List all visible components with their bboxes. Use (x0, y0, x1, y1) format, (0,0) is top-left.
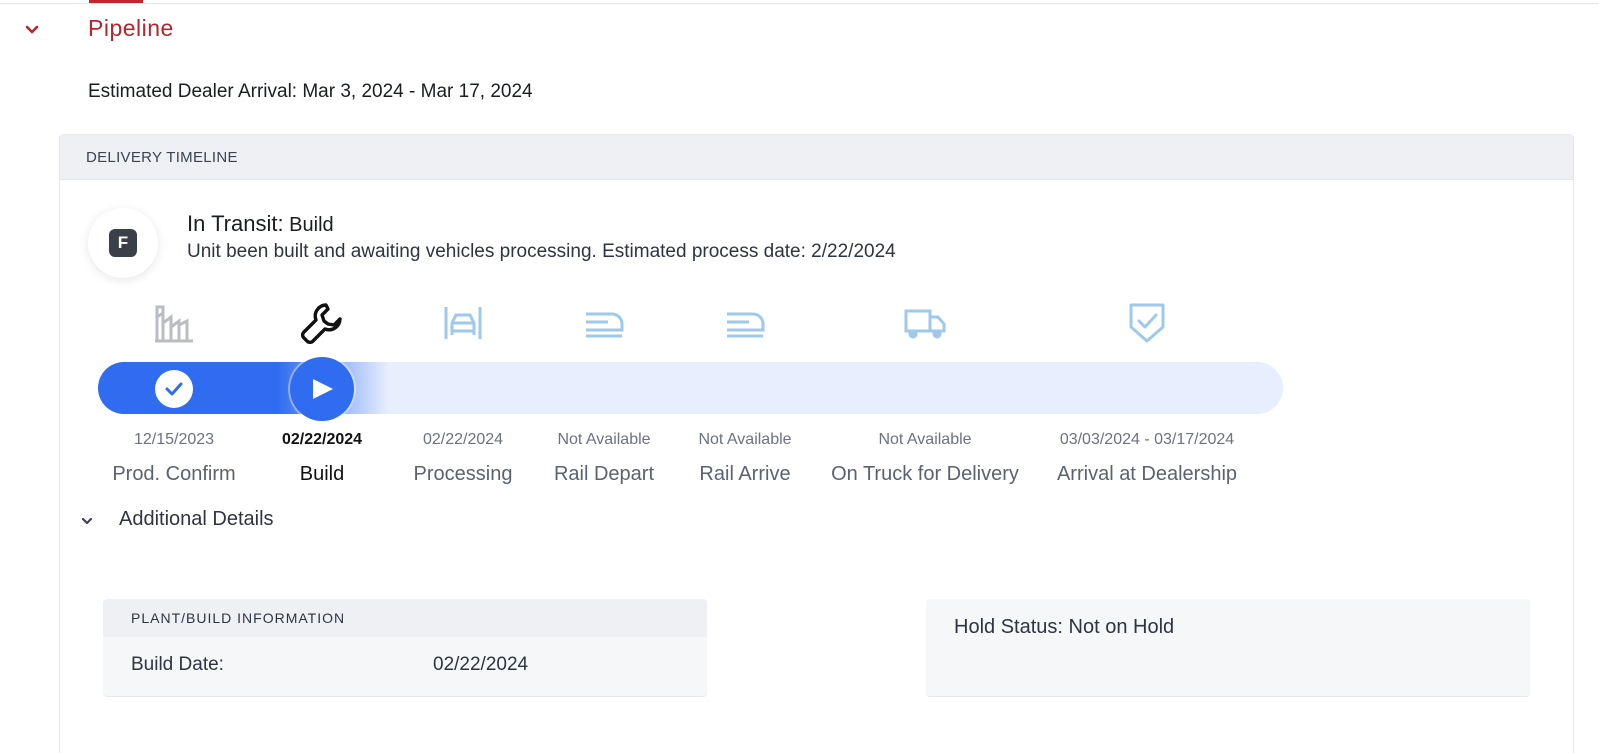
hold-status: Hold Status: Not on Hold (954, 616, 1174, 639)
dealer-arrival-value: Mar 3, 2024 - Mar 17, 2024 (302, 81, 533, 102)
pipeline-collapse-toggle[interactable] (22, 20, 42, 40)
step-date-on-truck: Not Available (878, 431, 972, 448)
build-date-row: Build Date: 02/22/2024 (103, 637, 707, 697)
transit-status-value: Build (289, 214, 334, 236)
checkmark-icon (165, 382, 183, 396)
chevron-down-icon (25, 25, 39, 34)
step-date-build: 02/22/2024 (281, 431, 363, 448)
additional-details-title[interactable]: Additional Details (119, 508, 274, 531)
build-date-label: Build Date: (131, 654, 224, 675)
current-step-marker (290, 357, 354, 421)
brand-badge: F (88, 208, 158, 278)
dealer-arrival-label: Estimated Dealer Arrival: (88, 81, 298, 102)
progress-track (98, 362, 1283, 414)
active-tab-indicator (89, 0, 143, 3)
estimated-dealer-arrival: Estimated Dealer Arrival: Mar 3, 2024 - … (88, 81, 533, 103)
step-date-rail-depart: Not Available (557, 431, 651, 448)
step-date-arrival-dealership: 03/03/2024 - 03/17/2024 (1059, 431, 1235, 448)
brand-logo-icon: F (109, 229, 137, 257)
delivery-timeline-card: DELIVERY TIMELINE F In Transit: Build Un… (59, 134, 1574, 753)
hold-status-panel: Hold Status: Not on Hold (926, 599, 1530, 697)
hold-status-label: Hold Status: (954, 616, 1063, 638)
truck-icon (902, 300, 948, 346)
car-processing-icon (440, 300, 486, 346)
step-date-rail-arrive: Not Available (698, 431, 792, 448)
top-divider (0, 3, 1599, 4)
step-date-prod-confirm: 12/15/2023 (133, 431, 215, 448)
plant-build-information-panel: PLANT/BUILD INFORMATION Build Date: 02/2… (103, 599, 707, 697)
step-label-arrival-dealership: Arrival at Dealership (1056, 463, 1238, 485)
factory-icon (151, 300, 197, 346)
chevron-down-icon (81, 517, 93, 525)
wrench-icon (299, 300, 345, 346)
transit-status: In Transit: Build (187, 211, 334, 237)
hold-status-value: Not on Hold (1068, 616, 1175, 638)
delivery-timeline-header: DELIVERY TIMELINE (60, 135, 1573, 180)
build-date-value: 02/22/2024 (433, 654, 529, 675)
step-label-prod-confirm: Prod. Confirm (112, 463, 236, 485)
step-label-rail-arrive: Rail Arrive (699, 463, 791, 485)
step-label-on-truck: On Truck for Delivery (831, 463, 1019, 485)
play-icon (313, 379, 333, 399)
additional-details-toggle[interactable] (78, 512, 96, 530)
transit-status-description: Unit been built and awaiting vehicles pr… (187, 241, 896, 262)
completed-step-marker (155, 370, 193, 408)
train-icon (581, 300, 627, 346)
step-label-processing: Processing (413, 463, 513, 485)
transit-status-label: In Transit: (187, 211, 284, 236)
step-label-rail-depart: Rail Depart (553, 463, 655, 485)
step-label-build: Build (299, 463, 345, 485)
pipeline-title: Pipeline (88, 15, 174, 41)
step-date-processing: 02/22/2024 (422, 431, 504, 448)
shield-check-icon (1124, 300, 1170, 346)
plant-build-information-header: PLANT/BUILD INFORMATION (103, 599, 707, 637)
train-icon (722, 300, 768, 346)
